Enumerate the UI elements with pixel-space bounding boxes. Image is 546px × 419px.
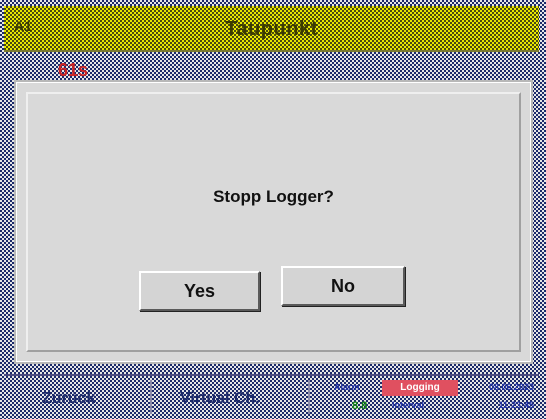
status-indicator: 8.8 xyxy=(352,400,368,412)
yes-button[interactable]: Yes xyxy=(139,271,260,311)
bottom-bar: Zurück Virtual Ch. Alarm Logging 08.06.2… xyxy=(4,374,539,417)
dialog-message: Stopp Logger? xyxy=(213,187,334,206)
confirm-dialog: Stopp Logger? Yes No xyxy=(14,80,533,364)
title-bar: A1 Taupunkt xyxy=(4,6,539,52)
date-display: 08.06.2023 xyxy=(488,382,534,392)
interval-label: Interval xyxy=(392,400,425,410)
logging-badge: Logging xyxy=(382,380,458,396)
dialog-body: Stopp Logger? Yes No xyxy=(26,92,521,352)
background-value: 61s xyxy=(58,60,89,80)
screen: A1 Taupunkt 61s Stopp Logger? Yes No Zur… xyxy=(0,0,546,419)
no-button[interactable]: No xyxy=(281,266,405,306)
page-title: Taupunkt xyxy=(225,18,318,40)
separator xyxy=(150,380,152,414)
separator xyxy=(308,380,310,414)
virtual-channel-button[interactable]: Virtual Ch. xyxy=(180,390,260,408)
alarm-label: Alarm xyxy=(334,382,360,392)
status-panel: Alarm Logging 08.06.2023 8.8 Interval 11… xyxy=(322,380,536,414)
back-button[interactable]: Zurück xyxy=(42,390,95,408)
time-display: 11:23:45 xyxy=(498,400,534,410)
